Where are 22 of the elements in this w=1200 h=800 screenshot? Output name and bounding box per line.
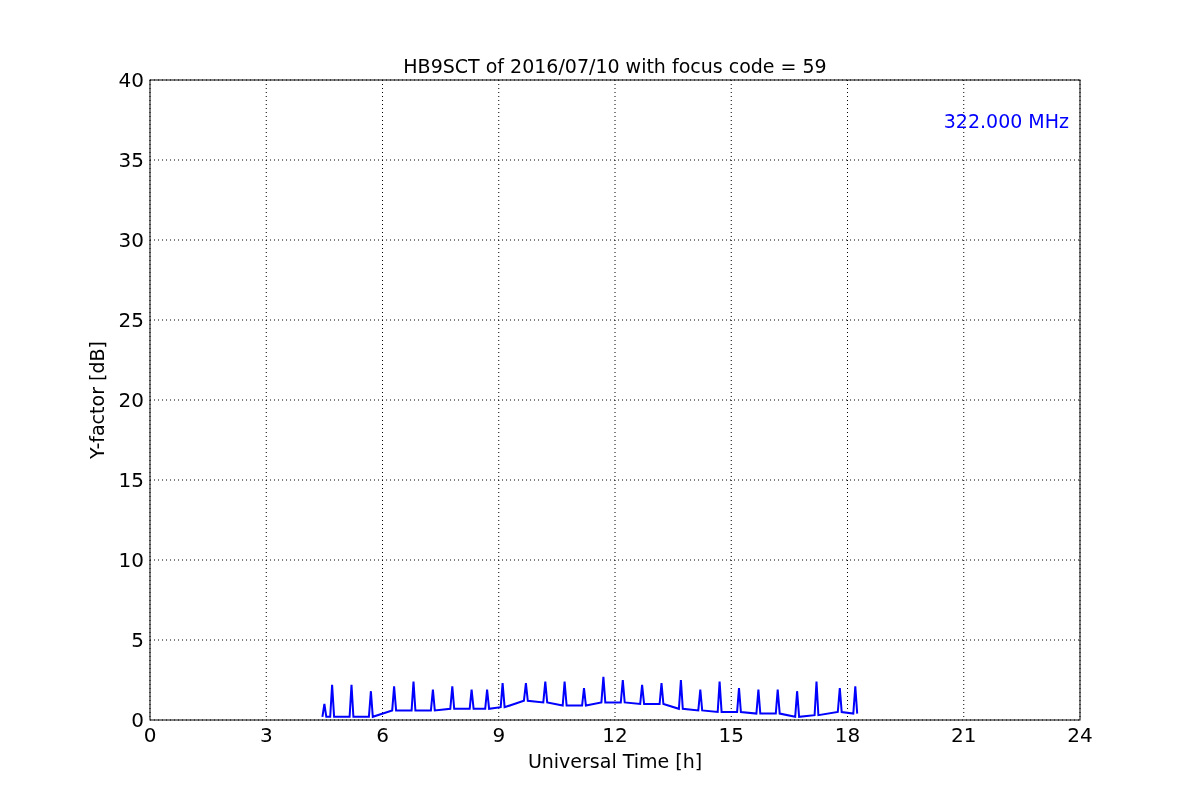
x-tick-label: 9	[492, 723, 506, 747]
x-tick-label: 0	[143, 723, 157, 747]
y-tick-label: 10	[118, 548, 144, 572]
x-tick-label: 15	[718, 723, 744, 747]
y-tick-label: 0	[131, 708, 144, 732]
series-label: 322.000 MHz	[943, 110, 1069, 132]
x-tick-label: 18	[834, 723, 861, 747]
chart-title: HB9SCT of 2016/07/10 with focus code = 59	[403, 55, 827, 77]
x-tick-label: 24	[1067, 723, 1093, 747]
y-tick-label: 15	[118, 468, 144, 492]
x-tick-label: 6	[376, 723, 389, 747]
x-tick-label: 12	[602, 723, 628, 747]
y-tick-label: 25	[118, 308, 144, 332]
y-tick-label: 35	[118, 148, 144, 172]
x-tick-label: 3	[259, 723, 273, 747]
y-tick-label: 20	[118, 388, 144, 412]
x-axis-label: Universal Time [h]	[527, 750, 703, 772]
x-tick-label: 21	[951, 723, 977, 747]
y-tick-label: 5	[131, 628, 144, 652]
y-tick-label: 40	[118, 68, 144, 92]
y-axis-label: Y-factor [dB]	[86, 341, 108, 459]
y-tick-label: 30	[118, 228, 144, 252]
